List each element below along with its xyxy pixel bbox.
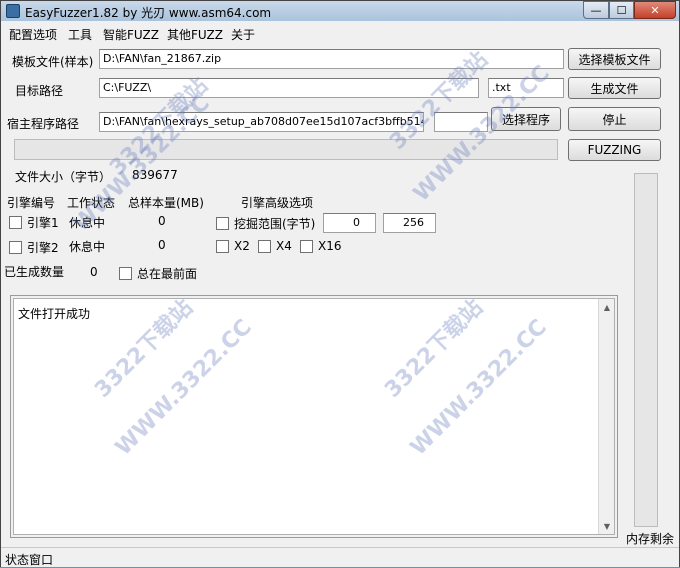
x16-label: X16 <box>318 239 342 253</box>
engine2-total: 0 <box>158 238 166 252</box>
engine-id-header: 引擎编号 <box>7 196 56 210</box>
dig-range-label: 挖掘范围(字节) <box>234 217 316 231</box>
title-bar[interactable]: EasyFuzzer1.82 by 光刃 www.asm64.com — ☐ ✕ <box>1 1 679 21</box>
filesize-label: 文件大小（字节） <box>15 170 112 184</box>
engine-advanced-header: 引擎高级选项 <box>241 196 314 210</box>
filesize-value: 839677 <box>132 168 178 182</box>
engine1-total: 0 <box>158 214 166 228</box>
stop-button[interactable]: 停止 <box>568 107 661 131</box>
minimize-button[interactable]: — <box>583 1 609 19</box>
dig-range-checkbox[interactable]: 挖掘范围(字节) <box>216 215 315 232</box>
menu-config[interactable]: 配置选项 <box>9 26 57 43</box>
engine1-checkbox-box[interactable] <box>9 216 22 229</box>
select-program-button[interactable]: 选择程序 <box>491 107 561 131</box>
engine2-label: 引擎2 <box>27 241 59 255</box>
range-end-field[interactable]: 256 <box>383 213 436 233</box>
host-extra-field[interactable] <box>434 112 488 132</box>
range-end-value: 256 <box>403 216 424 229</box>
x4-checkbox-box[interactable] <box>258 239 271 253</box>
engine-status-header: 工作状态 <box>67 196 116 210</box>
always-on-top-label: 总在最前面 <box>137 267 198 281</box>
x4-checkbox[interactable]: X4 <box>258 239 292 253</box>
generated-value: 0 <box>90 265 98 279</box>
target-path-field[interactable]: C:\FUZZ\ <box>99 78 479 98</box>
scroll-down-icon[interactable]: ▼ <box>599 518 615 534</box>
host-path-field[interactable]: D:\FAN\fan\hexrays_setup_ab708d07ee15d10… <box>99 112 424 132</box>
window-title: EasyFuzzer1.82 by 光刃 www.asm64.com <box>25 6 272 20</box>
template-label: 模板文件(样本) <box>12 55 94 69</box>
app-icon <box>6 4 20 18</box>
x2-label: X2 <box>234 239 250 253</box>
always-on-top-checkbox-box[interactable] <box>119 267 132 280</box>
engine2-status: 休息中 <box>69 240 106 254</box>
select-template-button[interactable]: 选择模板文件 <box>568 48 661 70</box>
statusbar-label: 状态窗口 <box>5 553 54 567</box>
close-icon: ✕ <box>650 3 660 17</box>
main-window: EasyFuzzer1.82 by 光刃 www.asm64.com — ☐ ✕… <box>0 0 680 567</box>
status-bar: 状态窗口 <box>1 547 679 567</box>
progress-bar <box>14 139 558 160</box>
range-start-value: 0 <box>353 216 360 229</box>
target-label: 目标路径 <box>15 84 64 98</box>
status-log[interactable]: 文件打开成功 ▲ ▼ <box>13 298 615 535</box>
x4-label: X4 <box>276 239 292 253</box>
menu-bar: 配置选项 工具 智能FUZZ 其他FUZZ 关于 <box>1 23 679 42</box>
engine1-checkbox[interactable]: 引擎1 <box>9 214 59 231</box>
menu-smart-fuzz[interactable]: 智能FUZZ <box>103 26 159 43</box>
status-log-text: 文件打开成功 <box>18 307 91 321</box>
maximize-icon: ☐ <box>616 3 627 17</box>
status-window: 文件打开成功 ▲ ▼ <box>10 295 618 538</box>
always-on-top-checkbox[interactable]: 总在最前面 <box>119 265 197 282</box>
x2-checkbox[interactable]: X2 <box>216 239 250 253</box>
engine2-checkbox-box[interactable] <box>9 241 22 254</box>
close-button[interactable]: ✕ <box>634 1 676 19</box>
menu-other-fuzz[interactable]: 其他FUZZ <box>167 26 223 43</box>
scroll-up-icon[interactable]: ▲ <box>599 299 615 315</box>
host-label: 宿主程序路径 <box>7 117 80 131</box>
dig-range-checkbox-box[interactable] <box>216 217 229 230</box>
engine1-status: 休息中 <box>69 216 106 230</box>
engine-total-header: 总样本量(MB) <box>128 196 204 210</box>
generated-label: 已生成数量 <box>4 265 65 279</box>
target-ext-field[interactable]: .txt <box>488 78 564 98</box>
minimize-icon: — <box>590 3 602 17</box>
x16-checkbox[interactable]: X16 <box>300 239 342 253</box>
engine1-label: 引擎1 <box>27 216 59 230</box>
engine2-checkbox[interactable]: 引擎2 <box>9 239 59 256</box>
template-path-field[interactable]: D:\FAN\fan_21867.zip <box>99 49 564 69</box>
range-start-field[interactable]: 0 <box>323 213 376 233</box>
memory-bar <box>634 173 658 527</box>
status-scrollbar[interactable]: ▲ ▼ <box>598 299 614 534</box>
memory-label: 内存剩余 <box>626 532 675 546</box>
fuzzing-button[interactable]: FUZZING <box>568 139 661 161</box>
generate-files-button[interactable]: 生成文件 <box>568 77 661 99</box>
maximize-button[interactable]: ☐ <box>609 1 634 19</box>
menu-about[interactable]: 关于 <box>231 26 255 43</box>
menu-tools[interactable]: 工具 <box>68 26 92 43</box>
x16-checkbox-box[interactable] <box>300 239 313 253</box>
x2-checkbox-box[interactable] <box>216 239 229 253</box>
